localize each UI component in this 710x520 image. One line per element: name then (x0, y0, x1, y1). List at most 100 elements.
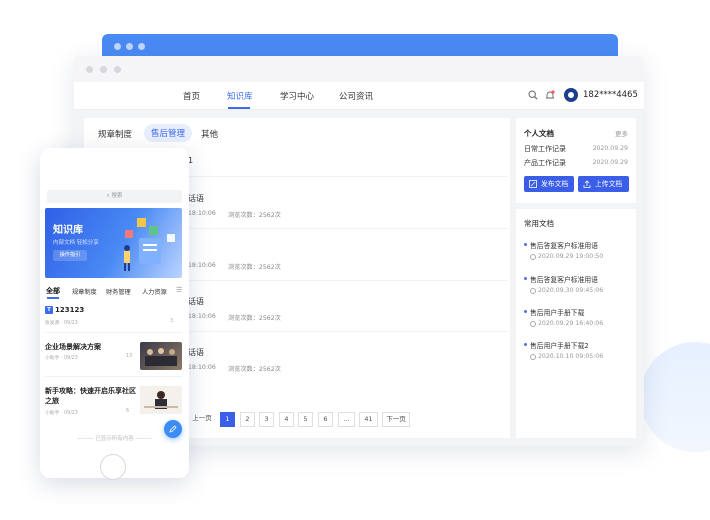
common-doc-date: 2020.09.30 09:45:06 (538, 287, 604, 294)
list-item-time: 18:10:06 (188, 313, 216, 320)
mobile-list-divider (45, 376, 182, 377)
common-doc-name[interactable]: 售后用户手册下载 (530, 307, 584, 317)
clock-icon (530, 354, 536, 360)
pager-next[interactable]: 下一页 (382, 412, 410, 427)
mobile-tab-all[interactable]: 全部 (46, 286, 60, 296)
menu-icon[interactable]: ☰ (176, 286, 182, 294)
list-item-time: 18:10:06 (188, 262, 216, 269)
personal-docs-more-link[interactable]: 更多 (615, 128, 628, 138)
list-divider (188, 280, 508, 281)
common-doc-name[interactable]: 售后答复客户标准用语 (530, 240, 598, 250)
nav-item-news[interactable]: 公司资讯 (339, 90, 373, 102)
pager-page[interactable]: 41 (359, 412, 378, 427)
mobile-tab-hr[interactable]: 人力资源 (142, 287, 167, 296)
common-docs-title: 常用文档 (524, 219, 554, 228)
search-icon[interactable] (528, 90, 538, 100)
decor-circle (640, 342, 710, 452)
mobile-item-title-text: 123123 (55, 306, 85, 314)
window-dot (86, 66, 93, 73)
list-divider (188, 176, 508, 177)
mobile-banner[interactable]: 知识库 内部文档 轻松分享 操作指引 (45, 208, 182, 278)
mobile-search-placeholder: 搜索 (111, 193, 123, 199)
mobile-list-item-title[interactable]: 新手攻略：快速开启乐享社区之旅 (45, 386, 137, 406)
mobile-banner-subtitle: 内部文档 轻松分享 (53, 240, 99, 246)
pager-page[interactable]: 2 (240, 412, 255, 427)
upload-doc-label: 上传文档 (595, 180, 623, 188)
mobile-phone-mockup: ⌕ 搜索 知识库 内部文档 轻松分享 操作指引 全部 规章制度 财务管理 人力资… (40, 148, 189, 478)
list-divider (188, 331, 508, 332)
nav-item-home[interactable]: 首页 (183, 90, 200, 102)
pager-prev[interactable]: 上一页 (187, 412, 217, 427)
window-dot (138, 43, 145, 50)
mobile-tab-indicator (47, 297, 59, 299)
list-item-title[interactable]: 话语 (188, 347, 204, 358)
list-bullet (524, 243, 527, 246)
mobile-list-item-meta: 小助手 · 09/23 (45, 356, 78, 361)
list-item-views: 浏览次数：2562次 (228, 366, 281, 373)
common-doc-date: 2020.10.10 09:05:06 (538, 353, 604, 360)
common-doc-date: 2020.09.29 19:00:50 (538, 253, 604, 260)
mobile-banner-title: 知识库 (53, 225, 83, 236)
upload-doc-button[interactable]: 上传文档 (578, 176, 629, 192)
list-divider (188, 228, 508, 229)
nav-item-knowledge[interactable]: 知识库 (227, 90, 253, 102)
category-tab-rules[interactable]: 规章制度 (98, 128, 132, 140)
nav-item-learning[interactable]: 学习中心 (280, 90, 314, 102)
bell-icon[interactable] (545, 90, 555, 101)
clock-icon (530, 288, 536, 294)
mobile-item-thumbnail[interactable] (140, 386, 182, 414)
pager-page[interactable]: 5 (298, 412, 313, 427)
mobile-item-thumbnail[interactable] (140, 342, 182, 370)
mobile-guide-button[interactable]: 操作指引 (53, 250, 87, 261)
common-doc-name[interactable]: 售后用户手册下载2 (530, 340, 589, 350)
pager-ellipsis: ... (338, 412, 355, 427)
window-dot (100, 66, 107, 73)
personal-doc-date: 2020.09.29 (592, 145, 628, 152)
mobile-compose-button[interactable] (164, 420, 182, 438)
mobile-list-item-title[interactable]: T 123123 (45, 306, 84, 314)
user-phone[interactable]: 182****4465 (583, 90, 638, 100)
publish-doc-button[interactable]: 发布文档 (524, 176, 574, 192)
mobile-search-input[interactable]: ⌕ 搜索 (47, 190, 182, 203)
upload-icon (583, 180, 591, 188)
nav-active-indicator (228, 107, 250, 109)
pager-page[interactable]: 3 (259, 412, 274, 427)
list-item-title[interactable]: 话语 (188, 296, 204, 307)
common-doc-name[interactable]: 售后答复客户标准用语 (530, 274, 598, 284)
personal-doc-name[interactable]: 产品工作记录 (524, 158, 566, 168)
personal-doc-name[interactable]: 日常工作记录 (524, 144, 566, 154)
top-nav: 首页 知识库 学习中心 公司资讯 182****4465 (74, 82, 644, 110)
publish-doc-label: 发布文档 (541, 180, 569, 188)
personal-docs-title: 个人文档 (524, 129, 554, 138)
window-dot (126, 43, 133, 50)
phone-home-button[interactable] (100, 454, 126, 480)
list-bullet (524, 310, 527, 313)
personal-doc-date: 2020.09.29 (592, 159, 628, 166)
mobile-list-item-title[interactable]: 企业场景解决方案 (45, 342, 101, 352)
list-item-views: 浏览次数：2562次 (228, 264, 281, 271)
edit-icon (529, 180, 537, 188)
meeting-photo-icon (145, 348, 177, 366)
knowledge-illustration-icon (124, 218, 175, 271)
mobile-list-item-count: 6 (126, 409, 130, 414)
list-item-title[interactable]: 话语 (188, 193, 204, 204)
pager-page[interactable]: 1 (220, 412, 235, 427)
window-titlebar (74, 56, 644, 82)
showcase-stage: 首页 知识库 学习中心 公司资讯 182****4465 规章制度 售后管理 其… (0, 0, 710, 520)
mobile-list-item-meta: 小助手 · 09/23 (45, 411, 78, 416)
mobile-tab-rules[interactable]: 规章制度 (72, 287, 97, 296)
list-item-views: 浏览次数：2562次 (228, 315, 281, 322)
category-tab-aftersales[interactable]: 售后管理 (144, 124, 193, 142)
mobile-tab-finance[interactable]: 财务管理 (106, 287, 131, 296)
pencil-icon (169, 425, 177, 433)
avatar[interactable] (564, 88, 578, 102)
pager-page[interactable]: 6 (318, 412, 333, 427)
list-bullet (524, 343, 527, 346)
common-docs-panel: 常用文档 售后答复客户标准用语 2020.09.29 19:00:50 售后答复… (516, 209, 636, 438)
category-tab-other[interactable]: 其他 (201, 128, 218, 140)
clock-icon (530, 254, 536, 260)
mobile-footer-label: 已显示所有内容 (95, 436, 134, 442)
window-dot (114, 43, 121, 50)
pager-page[interactable]: 4 (279, 412, 294, 427)
clock-icon (530, 321, 536, 327)
